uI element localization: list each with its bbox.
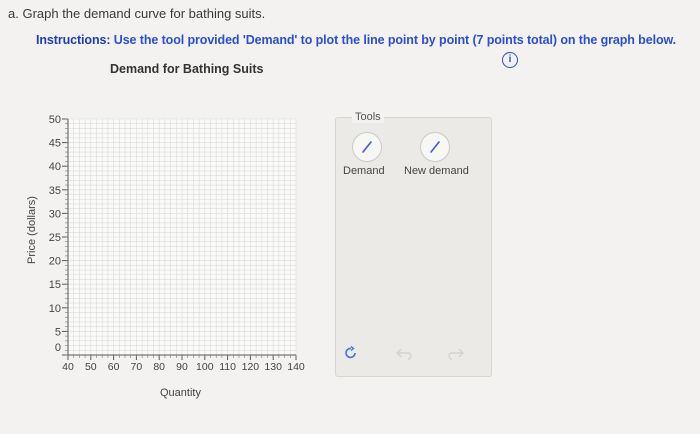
tools-title: Tools xyxy=(352,111,384,123)
x-tick-label: 110 xyxy=(219,361,236,373)
x-tick-label: 140 xyxy=(287,361,305,373)
pencil-icon xyxy=(362,141,372,153)
y-tick-label: 15 xyxy=(49,279,61,291)
x-tick-label: 60 xyxy=(108,361,120,373)
y-tick-label: 0 xyxy=(55,342,61,354)
x-tick-label: 130 xyxy=(264,361,282,373)
new-demand-tool-label: New demand xyxy=(404,165,469,177)
undo-icon[interactable] xyxy=(396,346,412,363)
reset-icon[interactable] xyxy=(344,345,358,363)
x-tick-label: 80 xyxy=(153,361,165,373)
x-tick-label: 100 xyxy=(196,361,214,373)
x-tick-label: 40 xyxy=(62,361,74,373)
x-tick-label: 50 xyxy=(85,361,97,373)
x-tick-label: 90 xyxy=(176,361,188,373)
y-tick-label: 30 xyxy=(49,208,61,220)
y-tick-label: 5 xyxy=(55,326,61,338)
new-demand-tool-button[interactable] xyxy=(420,132,450,162)
pencil-icon xyxy=(430,141,440,153)
demand-tool-button[interactable] xyxy=(352,132,382,162)
demand-tool-label: Demand xyxy=(343,165,385,177)
y-tick-label: 20 xyxy=(49,256,61,268)
y-tick-label: 45 xyxy=(49,138,61,150)
y-tick-label: 25 xyxy=(49,232,61,244)
redo-icon[interactable] xyxy=(448,346,464,363)
y-tick-label: 35 xyxy=(49,185,61,197)
x-tick-label: 70 xyxy=(131,361,143,373)
y-tick-label: 10 xyxy=(49,303,61,315)
x-tick-label: 120 xyxy=(242,361,260,373)
y-tick-label: 40 xyxy=(49,161,61,173)
y-tick-label: 50 xyxy=(49,114,61,126)
